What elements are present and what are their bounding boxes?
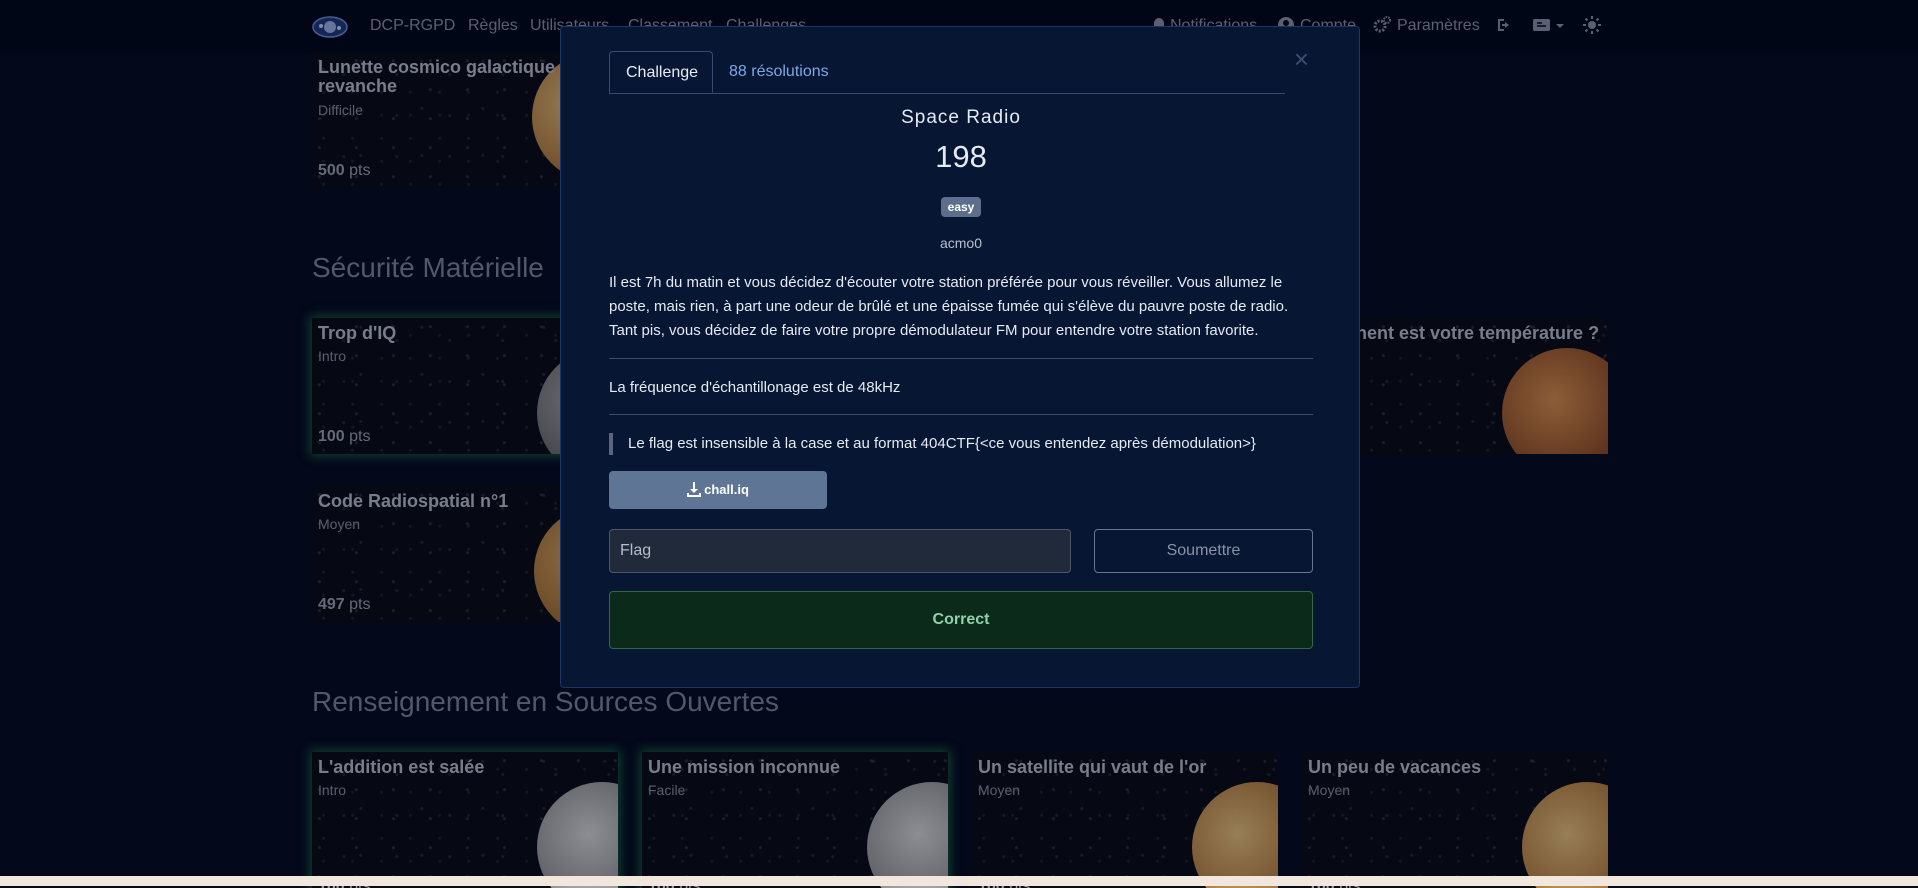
flag-input[interactable]: [609, 529, 1071, 573]
tab-challenge[interactable]: Challenge: [609, 51, 713, 93]
submit-button[interactable]: Soumettre: [1094, 529, 1313, 573]
challenge-value: 198: [935, 139, 987, 174]
download-file-button[interactable]: chall.iq: [609, 471, 827, 509]
divider: [609, 358, 1313, 359]
frequency-note: La fréquence d'échantillonage est de 48k…: [609, 379, 901, 396]
challenge-description: Il est 7h du matin et vous décidez d'éco…: [609, 274, 1289, 339]
download-icon: [687, 482, 702, 497]
modal-tabs: Challenge 88 résolutions: [609, 51, 1285, 94]
divider: [609, 414, 1313, 415]
challenge-name: Space Radio: [901, 107, 1021, 128]
challenge-author: acmo0: [939, 235, 983, 251]
result-message: Correct: [609, 591, 1313, 649]
close-icon[interactable]: ×: [1294, 46, 1309, 72]
tab-solves[interactable]: 88 résolutions: [713, 51, 845, 93]
challenge-tag-badge: easy: [941, 197, 981, 217]
file-name: chall.iq: [704, 482, 749, 497]
flag-format-blockquote: Le flag est insensible à la case et au f…: [609, 433, 1313, 455]
challenge-modal: × Challenge 88 résolutions Space Radio 1…: [560, 26, 1360, 688]
bottom-strip: [0, 876, 1918, 886]
